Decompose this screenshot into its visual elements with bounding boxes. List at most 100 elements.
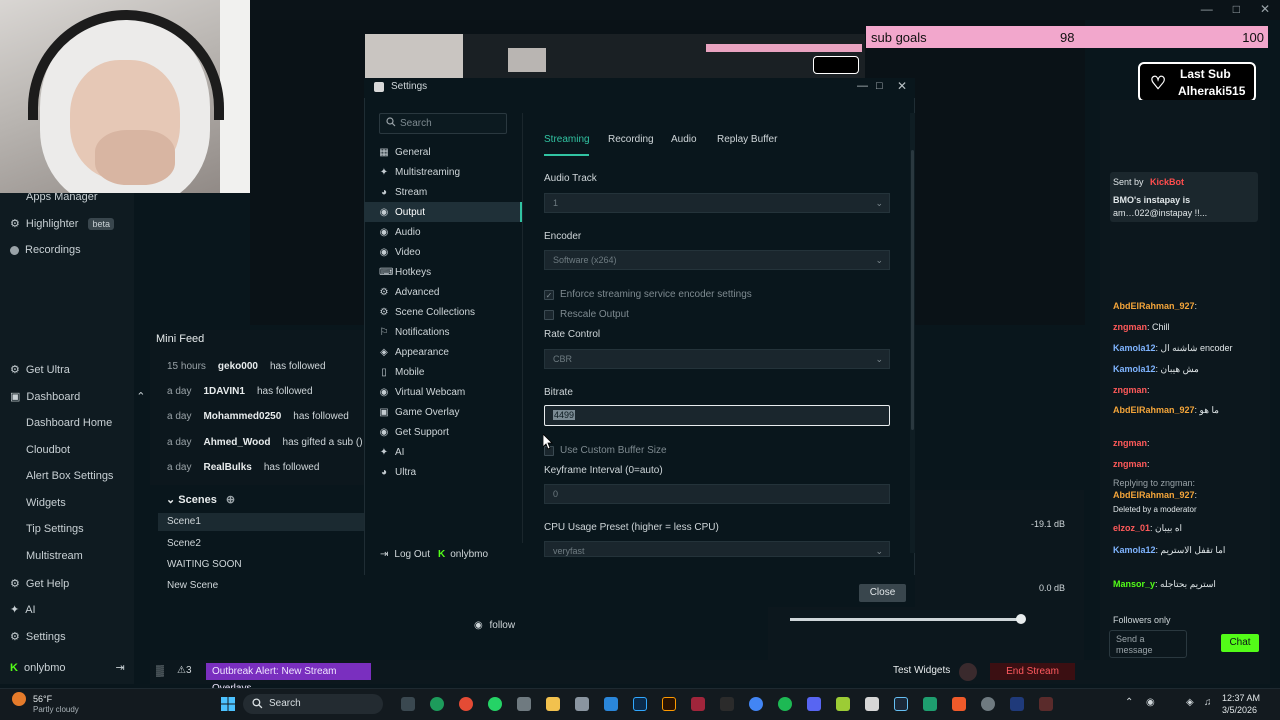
app-icon-7[interactable]: [1010, 697, 1024, 711]
cpu-preset-select[interactable]: veryfast ⌄: [544, 541, 890, 557]
clock-time[interactable]: 12:37 AM: [1222, 693, 1260, 703]
whatsapp-icon[interactable]: [488, 697, 502, 711]
tab-audio[interactable]: Audio: [671, 134, 697, 145]
nav-highlighter[interactable]: ⚙ Highlighter beta: [10, 217, 114, 230]
settings-cat-multistreaming[interactable]: ✦ Multistreaming: [364, 162, 522, 182]
alert-banner[interactable]: Outbreak Alert: New Stream Overlays: [206, 663, 371, 694]
settings-cat-general[interactable]: ▦ General: [364, 142, 522, 162]
app-icon-1[interactable]: [430, 697, 444, 711]
nav-cloudbot[interactable]: Cloudbot: [26, 444, 70, 456]
settings-cat-scene-collections[interactable]: ⚙ Scene Collections: [364, 302, 522, 322]
scene-item[interactable]: Scene2: [158, 535, 364, 553]
settings-cat-video[interactable]: ◉ Video: [364, 242, 522, 262]
epic-games-icon[interactable]: [720, 697, 734, 711]
add-scene-icon[interactable]: ⊕: [226, 494, 235, 506]
nav-settings[interactable]: ⚙ Settings: [10, 630, 66, 644]
settings-cat-get-support[interactable]: ◉ Get Support: [364, 422, 522, 442]
logout-button[interactable]: ⇥ Log Out: [380, 549, 430, 560]
nav-ai[interactable]: ✦ AI: [10, 603, 36, 617]
streamlabs-icon[interactable]: [923, 697, 937, 711]
tab-recording[interactable]: Recording: [608, 134, 654, 145]
minimize-icon[interactable]: —: [1201, 2, 1213, 16]
bitrate-input[interactable]: 4499: [544, 405, 890, 426]
settings-cat-virtual-webcam[interactable]: ◉ Virtual Webcam: [364, 382, 522, 402]
enforce-encoder-checkbox[interactable]: ✓ Enforce streaming service encoder sett…: [544, 289, 752, 300]
audio-track-select[interactable]: 1 ⌄: [544, 193, 890, 213]
spotify-icon[interactable]: [778, 697, 792, 711]
settings-cat-advanced[interactable]: ⚙ Advanced: [364, 282, 522, 302]
settings-app-icon[interactable]: [981, 697, 995, 711]
steam-icon[interactable]: [894, 697, 908, 711]
dialog-close-icon[interactable]: ✕: [897, 79, 907, 93]
photoshop-icon[interactable]: [633, 697, 647, 711]
end-stream-button[interactable]: End Stream: [990, 663, 1075, 680]
tab-streaming[interactable]: Streaming: [544, 134, 590, 145]
chat-input[interactable]: Send a message: [1109, 630, 1187, 658]
rate-control-select[interactable]: CBR ⌄: [544, 349, 890, 369]
rescale-output-checkbox[interactable]: Rescale Output: [544, 309, 629, 320]
camera-icon[interactable]: [517, 697, 531, 711]
nav-dashboard[interactable]: ▣ Dashboard ⌃: [10, 390, 145, 404]
app-icon-5[interactable]: [836, 697, 850, 711]
close-icon[interactable]: ✕: [1260, 2, 1270, 16]
dialog-maximize-icon[interactable]: □: [876, 80, 883, 92]
encoder-select[interactable]: Software (x264) ⌄: [544, 250, 890, 270]
settings-cat-game-overlay[interactable]: ▣ Game Overlay: [364, 402, 522, 422]
scene-item[interactable]: New Scene: [158, 577, 364, 595]
nav-get-help[interactable]: ⚙ Get Help: [10, 577, 69, 591]
follow-source[interactable]: ◉ follow: [474, 620, 515, 631]
chrome-icon[interactable]: [749, 697, 763, 711]
nav-dashboard-home[interactable]: Dashboard Home: [26, 417, 112, 429]
nav-user[interactable]: K onlybmo ⇥: [10, 661, 125, 675]
settings-cat-ai[interactable]: ✦ AI: [364, 442, 522, 462]
illustrator-icon[interactable]: [662, 697, 676, 711]
settings-cat-ultra[interactable]: ◕ Ultra: [364, 462, 522, 482]
chat-send-button[interactable]: Chat: [1221, 634, 1259, 652]
settings-scrollbar-thumb[interactable]: [911, 150, 914, 430]
alert-count[interactable]: ⚠3: [177, 665, 192, 676]
app-icon-2[interactable]: [575, 697, 589, 711]
custom-buffer-checkbox[interactable]: Use Custom Buffer Size: [544, 445, 667, 456]
settings-cat-appearance[interactable]: ◈ Appearance: [364, 342, 522, 362]
maximize-icon[interactable]: □: [1233, 2, 1240, 16]
task-view-icon[interactable]: [401, 697, 415, 711]
nav-recordings[interactable]: Recordings: [10, 244, 81, 256]
volume-slider-handle[interactable]: [1016, 614, 1026, 624]
taskbar-search[interactable]: Search: [243, 694, 383, 714]
close-button[interactable]: Close: [859, 584, 906, 602]
tab-replay-buffer[interactable]: Replay Buffer: [717, 134, 777, 145]
app-icon-4[interactable]: [691, 697, 705, 711]
chevron-down-icon[interactable]: ⌄: [166, 494, 175, 506]
settings-cat-stream[interactable]: ◕ Stream: [364, 182, 522, 202]
nav-tip-settings[interactable]: Tip Settings: [26, 523, 84, 535]
microphone-icon[interactable]: ◉: [1146, 697, 1155, 708]
settings-cat-notifications[interactable]: ⚐ Notifications: [364, 322, 522, 342]
nav-get-ultra[interactable]: ⚙ Get Ultra: [10, 363, 70, 377]
windows-start-icon[interactable]: [221, 697, 235, 711]
volume-slider[interactable]: [790, 618, 1022, 621]
settings-cat-mobile[interactable]: ▯ Mobile: [364, 362, 522, 382]
settings-cat-audio[interactable]: ◉ Audio: [364, 222, 522, 242]
dialog-minimize-icon[interactable]: —: [857, 80, 868, 92]
settings-cat-output[interactable]: ◉ Output: [364, 202, 522, 222]
brave-icon[interactable]: [952, 697, 966, 711]
app-icon-8[interactable]: [1039, 697, 1053, 711]
volume-icon[interactable]: ♫: [1204, 697, 1212, 708]
clock-date[interactable]: 3/5/2026: [1222, 705, 1257, 715]
nav-widgets[interactable]: Widgets: [26, 497, 66, 509]
stats-icon[interactable]: ▒: [156, 665, 164, 677]
discord-icon[interactable]: [807, 697, 821, 711]
test-widgets-button[interactable]: Test Widgets: [893, 665, 950, 676]
app-icon-6[interactable]: [865, 697, 879, 711]
nav-alert-box-settings[interactable]: Alert Box Settings: [26, 470, 113, 482]
scene-item[interactable]: Scene1: [158, 513, 364, 531]
app-icon-3[interactable]: [604, 697, 618, 711]
settings-search-input[interactable]: Search: [379, 113, 507, 134]
scene-item[interactable]: WAITING SOON: [158, 556, 364, 574]
chevron-up-icon[interactable]: ⌃: [1125, 697, 1133, 708]
settings-cat-hotkeys[interactable]: ⌨ Hotkeys: [364, 262, 522, 282]
wifi-icon[interactable]: ◈: [1186, 697, 1194, 708]
browser-icon[interactable]: [459, 697, 473, 711]
record-button[interactable]: [959, 663, 977, 681]
keyframe-input[interactable]: 0: [544, 484, 890, 504]
